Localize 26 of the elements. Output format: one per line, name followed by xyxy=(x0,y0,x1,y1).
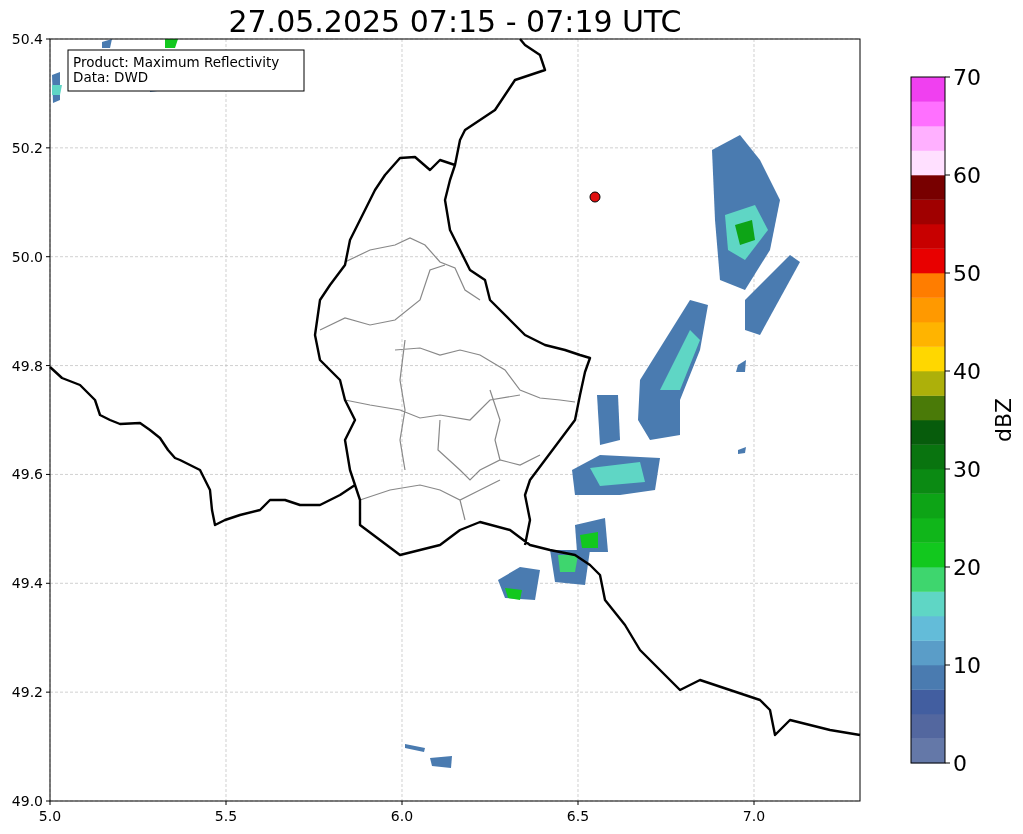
colorbar-label: dBZ xyxy=(991,397,1016,443)
y-axis-tick-label: 49.2 xyxy=(11,684,43,701)
x-axis-tick-label: 6.5 xyxy=(566,808,590,824)
y-axis-tick-label: 49.8 xyxy=(11,357,43,374)
x-axis-tick-label: 5.0 xyxy=(38,808,62,824)
info-text: Data: DWD xyxy=(73,69,149,85)
colorbar-tick-label: 30 xyxy=(953,457,981,482)
y-axis-tick-label: 49.0 xyxy=(11,793,43,809)
info-text: Product: Maximum Reflectivity xyxy=(73,54,280,70)
colorbar-tick-label: 10 xyxy=(953,653,981,678)
location-marker-icon xyxy=(589,191,601,203)
colorbar-tick-label: 40 xyxy=(953,359,981,384)
colorbar-tick-label: 60 xyxy=(953,163,981,188)
x-axis-tick-label: 6.0 xyxy=(390,808,414,824)
colorbar-tick-label: 0 xyxy=(953,751,967,776)
chart-title: 27.05.2025 07:15 - 07:19 UTC xyxy=(228,4,682,39)
colorbar-tick-label: 20 xyxy=(953,555,981,580)
y-axis-tick-label: 50.2 xyxy=(11,139,43,156)
y-axis-tick-label: 50.0 xyxy=(11,248,43,265)
y-axis-tick-label: 50.4 xyxy=(11,31,43,47)
y-axis-tick-label: 49.4 xyxy=(11,575,43,592)
colorbar-tick-label: 50 xyxy=(953,261,981,286)
colorbar-tick-label: 70 xyxy=(953,65,981,90)
x-axis-tick-label: 7.0 xyxy=(742,808,766,824)
y-axis-tick-label: 49.6 xyxy=(11,466,43,483)
x-axis-tick-label: 5.5 xyxy=(214,808,238,824)
